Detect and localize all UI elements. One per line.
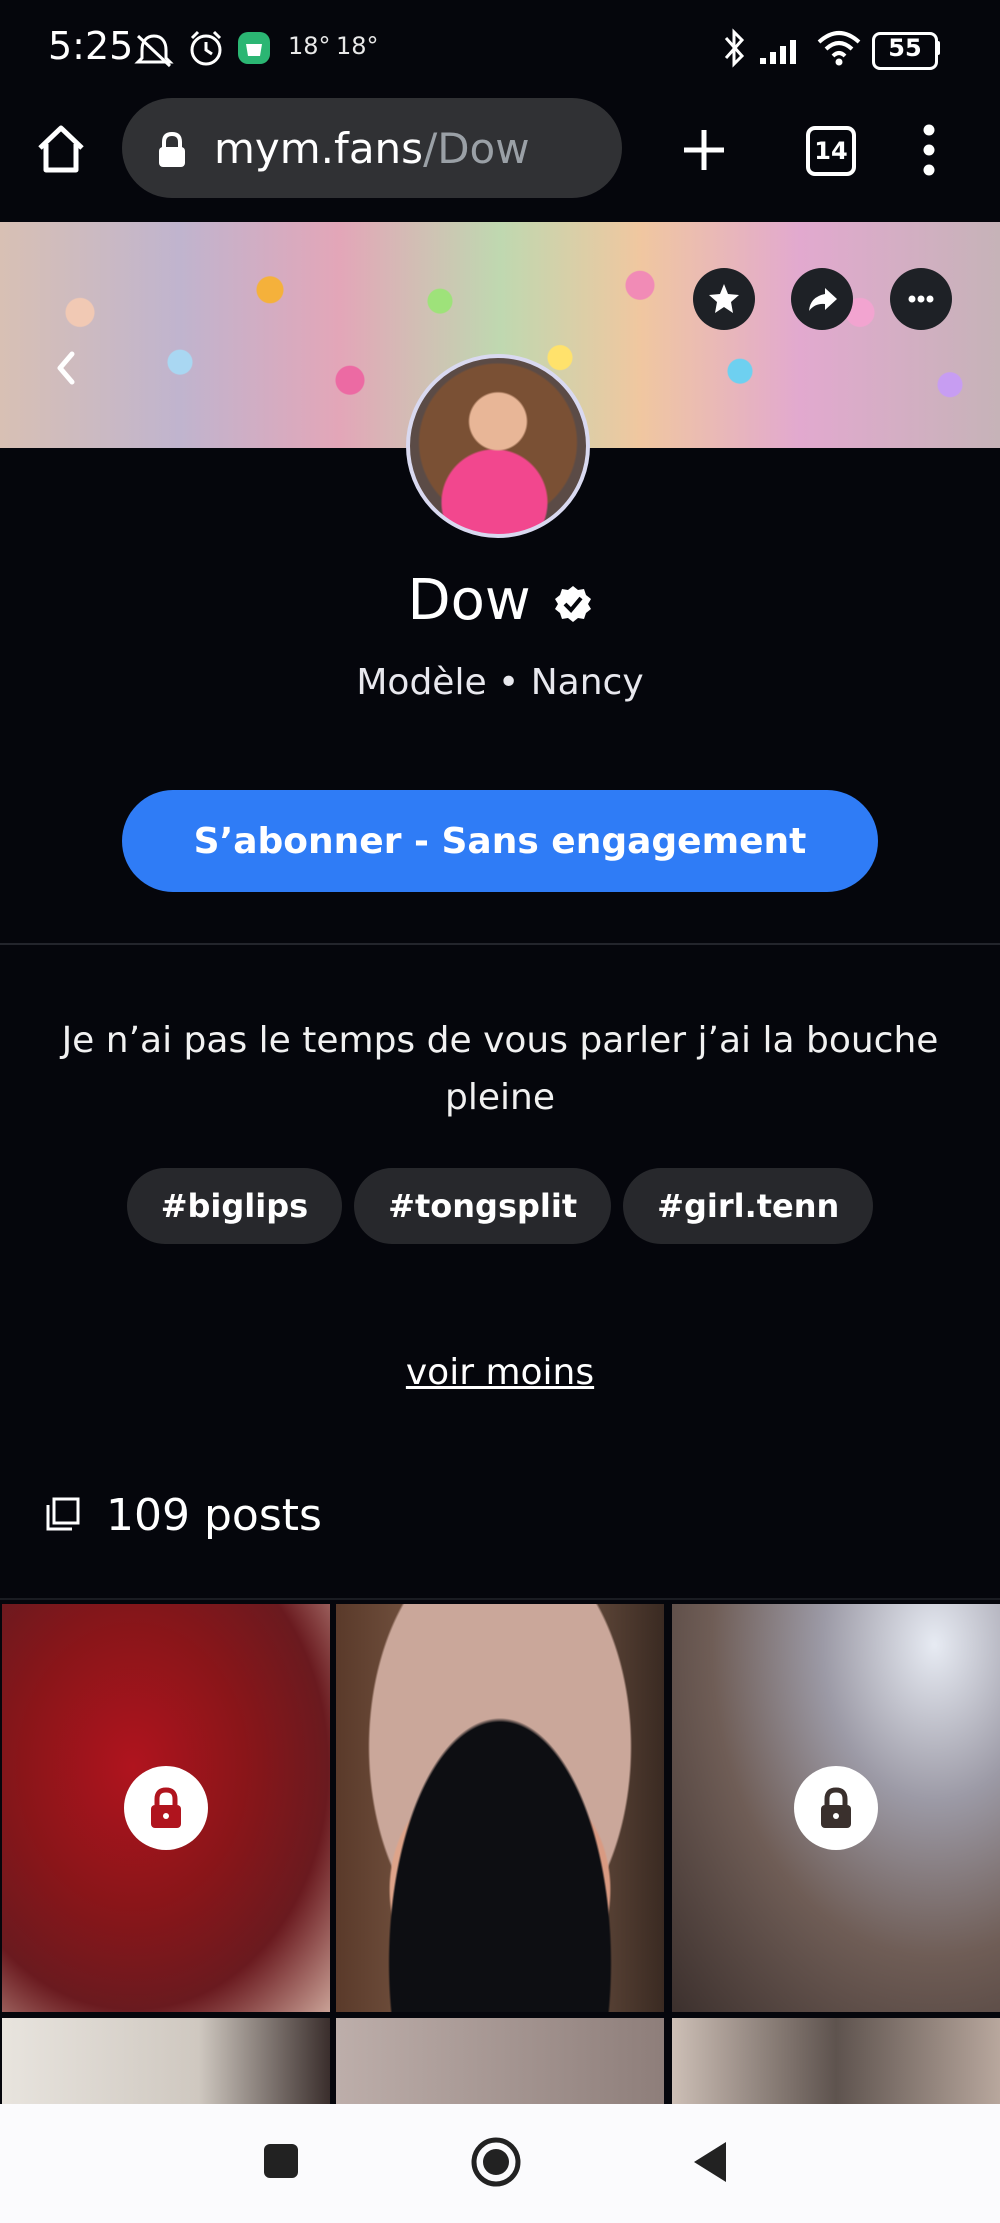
star-icon — [709, 284, 739, 313]
tab-switcher-button[interactable]: 14 — [806, 126, 856, 176]
back-nav-icon[interactable] — [690, 2138, 730, 2186]
temperature-1: 18° — [288, 32, 331, 60]
share-icon — [809, 288, 837, 311]
post-tile[interactable] — [336, 1604, 664, 2012]
temperature-2: 18° — [336, 32, 379, 60]
profile-bio: Je n’ai pas le temps de vous parler j’ai… — [61, 1020, 939, 1118]
hashtag-chip[interactable]: #girl.tenn — [623, 1168, 874, 1244]
hashtag-chip[interactable]: #tongsplit — [354, 1168, 612, 1244]
lock-badge — [794, 1766, 878, 1850]
post-tile[interactable] — [2, 2018, 330, 2104]
lock-icon — [821, 1787, 851, 1828]
avatar[interactable] — [406, 354, 590, 538]
post-tile-locked[interactable] — [2, 1604, 330, 2012]
status-time: 5:25 — [48, 24, 134, 68]
subscribe-button[interactable]: S’abonner - Sans engagement — [122, 790, 878, 892]
lock-badge — [124, 1766, 208, 1850]
divider — [0, 943, 1000, 945]
profile-name-row: Dow — [0, 568, 1000, 633]
new-tab-icon[interactable] — [680, 126, 728, 174]
app-notification-icon — [238, 32, 270, 64]
post-tile[interactable] — [672, 2018, 1000, 2104]
post-tile[interactable] — [336, 2018, 664, 2104]
hashtag-list: #biglips #tongsplit #girl.tenn — [0, 1168, 1000, 1244]
home-nav-icon[interactable] — [470, 2136, 522, 2188]
signal-icon — [760, 40, 796, 64]
lock-icon — [151, 1787, 181, 1828]
share-button[interactable] — [791, 268, 853, 330]
more-options-button[interactable] — [890, 268, 952, 330]
divider — [0, 1598, 1000, 1600]
show-less-link[interactable]: voir moins — [0, 1352, 1000, 1393]
verified-badge-icon — [554, 585, 591, 622]
battery-level: 55 — [888, 34, 922, 62]
url-text[interactable]: mym.fans/Dow — [214, 124, 530, 173]
alarm-icon — [190, 30, 222, 66]
menu-dots-icon[interactable] — [914, 122, 944, 178]
lock-icon — [159, 131, 185, 167]
profile-role-location: Modèle • Nancy — [356, 662, 644, 703]
post-tile-locked[interactable] — [672, 1604, 1000, 2012]
back-chevron-icon[interactable] — [50, 348, 80, 388]
recents-icon[interactable] — [262, 2142, 300, 2180]
bluetooth-icon — [724, 28, 745, 68]
notifications-muted-icon — [134, 34, 174, 68]
posts-stack-icon — [46, 1497, 80, 1531]
profile-name: Dow — [407, 568, 531, 633]
posts-header: 109 posts — [44, 1489, 322, 1541]
favorite-button[interactable] — [693, 268, 755, 330]
posts-count: 109 posts — [106, 1489, 322, 1541]
home-icon[interactable] — [34, 122, 88, 176]
hashtag-chip[interactable]: #biglips — [126, 1168, 343, 1244]
wifi-icon — [817, 31, 861, 66]
more-horizontal-icon — [908, 295, 934, 303]
